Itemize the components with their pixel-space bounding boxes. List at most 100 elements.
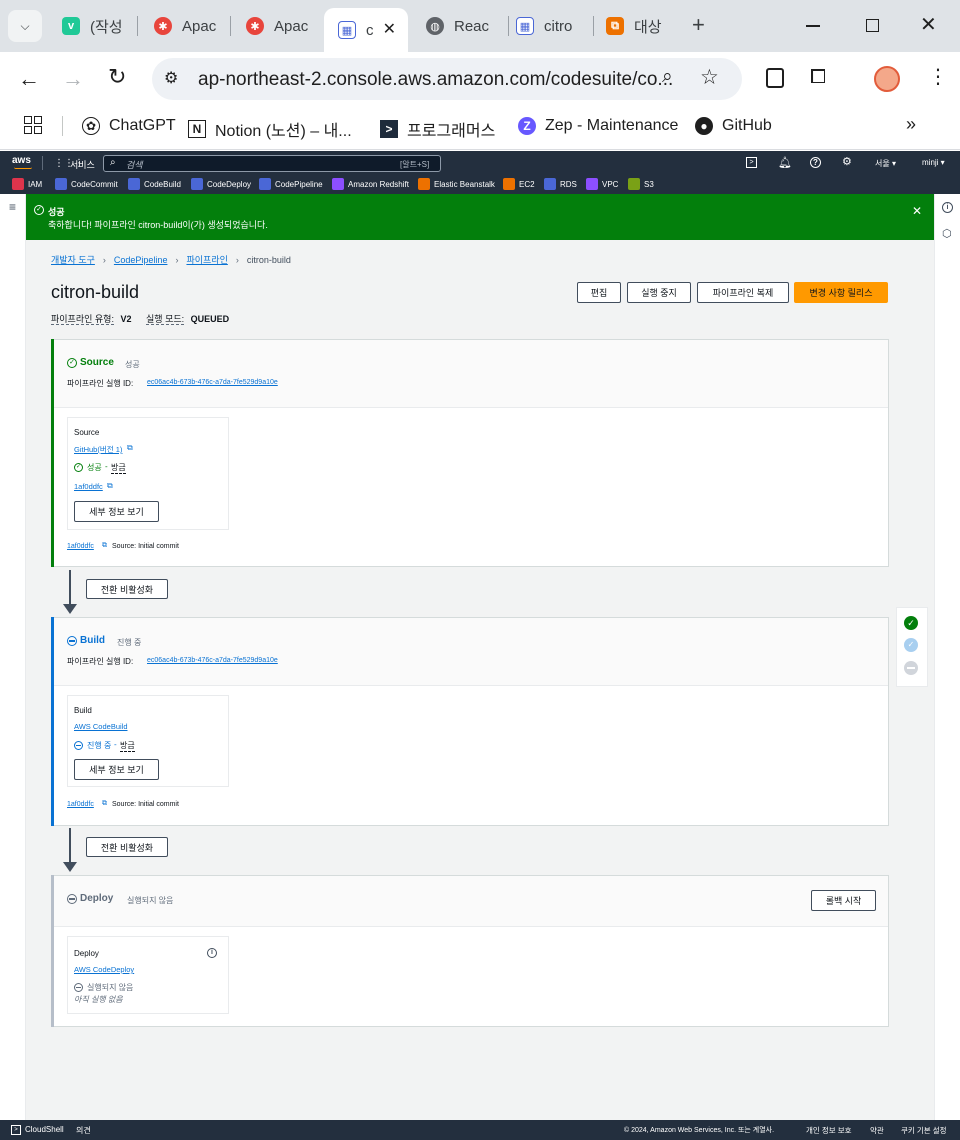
close-icon[interactable]: ✕ xyxy=(912,204,922,218)
browser-tab[interactable]: ✱ Apac xyxy=(232,8,318,44)
chatgpt-icon: ✿ xyxy=(82,117,100,135)
favorite-redshift[interactable]: Amazon Redshift xyxy=(332,178,409,190)
back-icon[interactable]: ← xyxy=(18,66,40,92)
favorite-codecommit[interactable]: CodeCommit xyxy=(55,178,118,190)
not-started-icon xyxy=(67,894,77,904)
zoom-icon[interactable]: ⌕ xyxy=(662,66,673,88)
minimize-icon[interactable] xyxy=(806,25,820,27)
codebuild-icon xyxy=(128,178,140,190)
external-link-icon: ⧉ xyxy=(102,800,107,807)
view-details-button[interactable]: 세부 정보 보기 xyxy=(74,501,159,522)
exec-id-link[interactable]: ec06ac4b-673b-476c-a7da-7fe529d9a10e xyxy=(147,379,278,386)
more-bookmarks-icon[interactable]: » xyxy=(906,114,916,135)
browser-tab[interactable]: ◍ Reac xyxy=(412,8,506,44)
terms-link[interactable]: 약관 xyxy=(870,1125,884,1136)
forward-icon[interactable]: → xyxy=(62,66,84,92)
close-icon[interactable]: ✕ xyxy=(383,19,396,39)
new-tab-icon[interactable]: + xyxy=(692,12,705,38)
aws-logo[interactable]: aws xyxy=(12,155,31,166)
cookie-preferences-link[interactable]: 쿠키 기본 설정 xyxy=(901,1125,947,1136)
disable-transition-button[interactable]: 전환 비활성화 xyxy=(86,579,168,599)
favorite-s3[interactable]: S3 xyxy=(628,178,654,190)
copyright: © 2024, Amazon Web Services, Inc. 또는 계열사… xyxy=(624,1127,775,1134)
bookmark-notion[interactable]: N Notion (노션) – 내... xyxy=(188,117,352,141)
browser-tab-active[interactable]: ▦ c ✕ xyxy=(324,8,408,52)
favorite-codebuild[interactable]: CodeBuild xyxy=(128,178,181,190)
extension-notion-icon[interactable] xyxy=(766,68,784,88)
release-change-button[interactable]: 변경 사항 릴리스 xyxy=(794,282,888,303)
action-provider-link[interactable]: AWS CodeDeploy xyxy=(74,965,134,974)
action-provider-link[interactable]: AWS CodeBuild xyxy=(74,722,128,731)
cloudshell-icon[interactable]: > xyxy=(11,1125,21,1135)
maximize-icon[interactable] xyxy=(866,19,879,32)
cloudshell-link[interactable]: CloudShell xyxy=(25,1125,64,1134)
breadcrumb-link[interactable]: 파이프라인 xyxy=(186,253,227,266)
bookmark-zep[interactable]: Z Zep - Maintenance xyxy=(518,117,678,135)
url-text[interactable]: ap-northeast-2.console.aws.amazon.com/co… xyxy=(198,69,673,91)
favorite-codepipeline[interactable]: CodePipeline xyxy=(259,178,323,190)
help-icon[interactable]: ? xyxy=(810,157,821,168)
breadcrumb-link[interactable]: 개발자 도구 xyxy=(51,253,95,266)
settings-icon[interactable]: ⬡ xyxy=(942,227,952,240)
avatar[interactable] xyxy=(874,66,900,92)
browser-tab[interactable]: ⧉ 대상 xyxy=(592,8,684,44)
stage-name: Build xyxy=(80,635,105,646)
edit-button[interactable]: 편집 xyxy=(577,282,621,303)
bookmark-star-icon[interactable]: ☆ xyxy=(700,65,719,90)
privacy-link[interactable]: 개인 정보 보호 xyxy=(806,1125,852,1136)
reload-icon[interactable]: ↻ xyxy=(108,64,126,90)
exec-id-link[interactable]: ec06ac4b-673b-476c-a7da-7fe529d9a10e xyxy=(147,657,278,664)
favorite-rds[interactable]: RDS xyxy=(544,178,577,190)
browser-tab[interactable]: v (작성 xyxy=(48,8,134,44)
commit-link[interactable]: 1af0ddfc xyxy=(74,482,103,491)
ec2-icon xyxy=(503,178,515,190)
info-icon[interactable]: i xyxy=(942,202,953,213)
bookmark-chatgpt[interactable]: ✿ ChatGPT xyxy=(82,117,176,135)
browser-tab[interactable]: ✱ Apac xyxy=(140,8,226,44)
notifications-icon[interactable]: 🔔︎ xyxy=(778,156,792,169)
feedback-link[interactable]: 의견 xyxy=(76,1125,91,1136)
start-rollback-button[interactable]: 롤백 시작 xyxy=(811,890,876,911)
menu-icon[interactable]: ⋮ xyxy=(928,64,948,89)
window-close-icon[interactable]: ✕ xyxy=(920,12,937,37)
left-rail xyxy=(0,194,26,1120)
favorite-beanstalk[interactable]: Elastic Beanstalk xyxy=(418,178,495,190)
hamburger-menu-icon[interactable]: ≡ xyxy=(9,200,16,214)
extensions-icon[interactable]: ⧠ xyxy=(810,66,826,89)
stop-execution-button[interactable]: 실행 중지 xyxy=(627,282,691,303)
stage-status: 실행되지 않음 xyxy=(127,896,174,905)
programmers-icon: > xyxy=(380,120,398,138)
browser-tab[interactable]: ▦ citro xyxy=(502,8,590,44)
apache-icon: ✱ xyxy=(246,17,264,35)
info-icon[interactable]: i xyxy=(207,948,217,958)
notion-icon: N xyxy=(188,120,206,138)
breadcrumb-link[interactable]: CodePipeline xyxy=(114,255,168,265)
action-provider-link[interactable]: GitHub(버전 1) xyxy=(74,444,122,455)
favorite-vpc[interactable]: VPC xyxy=(586,178,618,190)
services-label[interactable]: 서비스 xyxy=(70,158,95,171)
redshift-icon xyxy=(332,178,344,190)
commit-link[interactable]: 1af0ddfc xyxy=(67,801,94,808)
apps-icon[interactable] xyxy=(24,116,42,134)
success-icon[interactable]: ✓ xyxy=(904,616,918,630)
search-input[interactable] xyxy=(103,155,441,172)
favorite-codedeploy[interactable]: CodeDeploy xyxy=(191,178,251,190)
favorite-iam[interactable]: IAM xyxy=(12,178,42,190)
clone-pipeline-button[interactable]: 파이프라인 복제 xyxy=(697,282,789,303)
favorite-ec2[interactable]: EC2 xyxy=(503,178,535,190)
commit-link[interactable]: 1af0ddfc xyxy=(67,543,94,550)
user-menu[interactable]: minji ▾ xyxy=(922,158,945,167)
site-info-icon[interactable]: ⚙ xyxy=(164,68,178,88)
in-progress-icon[interactable]: ✓ xyxy=(904,638,918,652)
cloudshell-icon[interactable]: > xyxy=(746,157,757,168)
bookmark-github[interactable]: ● GitHub xyxy=(695,117,772,135)
view-details-button[interactable]: 세부 정보 보기 xyxy=(74,759,159,780)
region-selector[interactable]: 서울 ▾ xyxy=(875,158,896,169)
bookmark-programmers[interactable]: > 프로그래머스 xyxy=(380,117,495,141)
tab-search-button[interactable]: ⌵ xyxy=(8,10,42,42)
settings-icon[interactable]: ⚙ xyxy=(842,155,852,168)
not-started-icon[interactable] xyxy=(904,661,918,675)
disable-transition-button[interactable]: 전환 비활성화 xyxy=(86,837,168,857)
action-name: Source xyxy=(74,428,100,437)
codecommit-icon xyxy=(55,178,67,190)
